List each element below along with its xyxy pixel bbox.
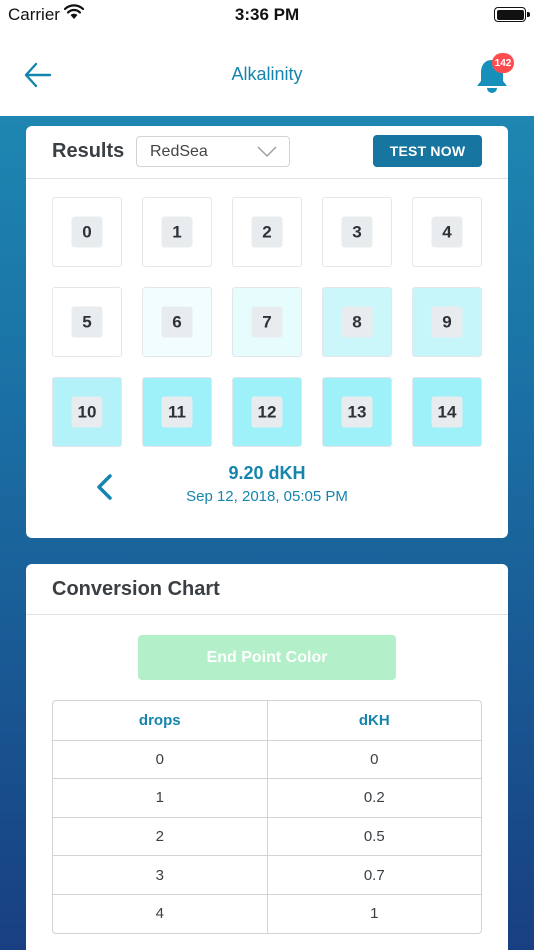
color-tile-label: 3	[341, 216, 373, 248]
table-cell: 4	[155, 905, 164, 923]
color-tile[interactable]: 3	[322, 197, 392, 267]
conversion-title: Conversion Chart	[52, 578, 220, 600]
color-tile-label: 9	[431, 306, 463, 338]
table-row: 3 0.7	[53, 855, 481, 894]
test-now-button[interactable]: TEST NOW	[373, 135, 482, 167]
color-tile[interactable]: 14	[412, 377, 482, 447]
table-cell: 2	[155, 828, 164, 846]
color-tile-label: 2	[251, 216, 283, 248]
results-title: Results	[52, 140, 125, 162]
color-tile[interactable]: 11	[142, 377, 212, 447]
brand-select-value: RedSea	[150, 143, 208, 160]
table-cell: 0.7	[266, 856, 482, 894]
conversion-card: Conversion Chart End Point Color drops d…	[26, 564, 508, 950]
color-tile-label: 5	[71, 306, 103, 338]
status-time: 3:36 PM	[234, 5, 300, 24]
color-tile[interactable]: 2	[232, 197, 302, 267]
table-cell: 0.5	[266, 817, 482, 856]
color-tile-label: 14	[431, 396, 463, 428]
end-point-color-button[interactable]: End Point Color	[138, 635, 396, 680]
color-tile[interactable]: 6	[142, 287, 212, 357]
table-cell: 0	[155, 750, 164, 768]
table-cell: 1	[266, 894, 482, 933]
color-tile-label: 0	[71, 216, 103, 248]
battery-icon	[494, 7, 530, 22]
color-tile[interactable]: 12	[232, 377, 302, 447]
reading-date: Sep 12, 2018, 05:05 PM	[186, 488, 348, 505]
color-tile[interactable]: 1	[142, 197, 212, 267]
notification-badge: 142	[492, 53, 514, 73]
header: Carrier 3:36 PM Alkalinity 142	[0, 0, 534, 116]
color-tile-label: 8	[341, 306, 373, 338]
table-row: 1 0.2	[53, 778, 481, 817]
color-tile[interactable]: 5	[52, 287, 122, 357]
table-cell: 1	[155, 789, 164, 807]
results-card: Results RedSea TEST NOW 0 1 2 3 4 5 6 7 8 9 10 11 12…	[26, 126, 508, 538]
color-tile[interactable]: 4	[412, 197, 482, 267]
reading-value: 9.20 dKH	[228, 463, 306, 483]
color-tile-label: 1	[161, 216, 193, 248]
color-tile-label: 6	[161, 306, 193, 338]
column-header-dkh: dKH	[266, 701, 482, 740]
color-tile[interactable]: 10	[52, 377, 122, 447]
table-header: drops dKH	[53, 701, 481, 740]
color-tile-label: 7	[251, 306, 283, 338]
color-tile[interactable]: 0	[52, 197, 122, 267]
color-tile-label: 11	[161, 396, 193, 428]
divider	[26, 614, 508, 615]
table-row: 0 0	[53, 739, 482, 779]
divider	[26, 178, 508, 179]
brand-select[interactable]: RedSea	[136, 136, 290, 167]
table-row: 2 0.5	[53, 816, 482, 856]
table-cell: 3	[155, 866, 164, 884]
color-tile[interactable]: 7	[232, 287, 302, 357]
status-bar: Carrier 3:36 PM	[0, 0, 534, 30]
conversion-table: drops dKH 0 0 1 0.2 2 0.5 3 0.7 4 1	[52, 700, 482, 934]
color-tile-label: 12	[251, 396, 283, 428]
color-tile[interactable]: 13	[322, 377, 392, 447]
color-tile-label: 4	[431, 216, 463, 248]
page-title: Alkalinity	[231, 64, 303, 84]
color-tile-label: 13	[341, 396, 373, 428]
color-tile[interactable]: 8	[322, 287, 392, 357]
color-tile[interactable]: 9	[412, 287, 482, 357]
column-header-drops: drops	[138, 711, 181, 729]
table-row: 4 1	[53, 893, 482, 933]
table-cell: 0	[266, 740, 482, 779]
table-cell: 0.2	[266, 779, 482, 817]
chevron-down-icon	[257, 146, 277, 158]
color-tile-label: 10	[71, 396, 103, 428]
